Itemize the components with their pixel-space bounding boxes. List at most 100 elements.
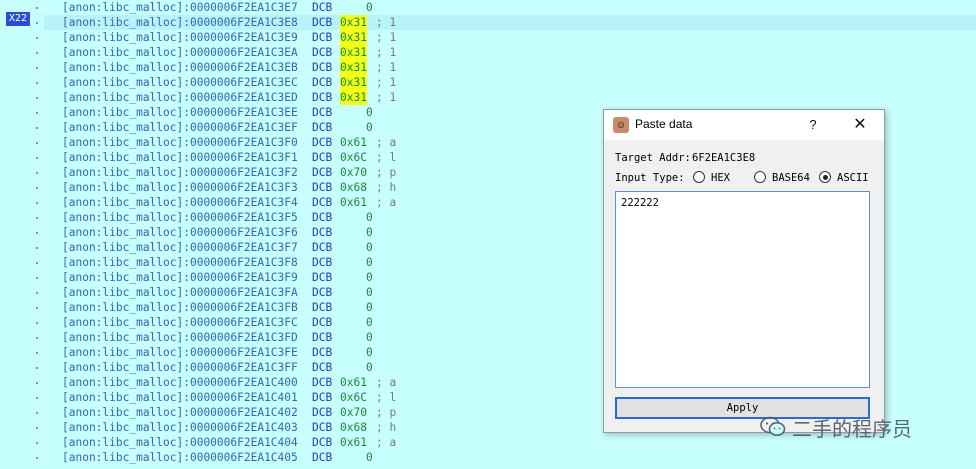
line-value[interactable]: 0x6C	[340, 150, 367, 165]
line-address[interactable]: [anon:libc_malloc]:0000006F2EA1C3E8	[62, 15, 298, 30]
line-address[interactable]: [anon:libc_malloc]:0000006F2EA1C3FB	[62, 300, 298, 315]
line-address[interactable]: [anon:libc_malloc]:0000006F2EA1C3F3	[62, 180, 298, 195]
listing-line[interactable]: [anon:libc_malloc]:0000006F2EA1C3E7 DCB 0	[44, 0, 976, 15]
line-comment: ; 1	[376, 16, 397, 29]
line-value[interactable]: 0x68	[340, 180, 367, 195]
line-address[interactable]: [anon:libc_malloc]:0000006F2EA1C402	[62, 405, 298, 420]
listing-line[interactable]: [anon:libc_malloc]:0000006F2EA1C3ED DCB 0x…	[44, 90, 976, 105]
line-value[interactable]: 0	[366, 300, 373, 315]
gutter-dot	[36, 322, 38, 324]
radio-base64-label[interactable]: BASE64	[772, 172, 810, 184]
line-address[interactable]: [anon:libc_malloc]:0000006F2EA1C3F6	[62, 225, 298, 240]
line-value[interactable]: 0	[366, 315, 373, 330]
line-value[interactable]: 0x68	[340, 420, 367, 435]
radio-base64[interactable]	[754, 171, 766, 183]
line-value[interactable]: 0x31	[340, 15, 367, 30]
line-address[interactable]: [anon:libc_malloc]:0000006F2EA1C3EB	[62, 60, 298, 75]
line-address[interactable]: [anon:libc_malloc]:0000006F2EA1C3EA	[62, 45, 298, 60]
paste-data-textarea[interactable]: 222222	[615, 191, 870, 388]
line-directive: DCB	[312, 46, 333, 59]
line-comment: ; a	[376, 196, 397, 209]
line-directive: DCB	[312, 421, 333, 434]
listing-line[interactable]: [anon:libc_malloc]:0000006F2EA1C3EC DCB 0x…	[44, 75, 976, 90]
listing-line[interactable]: [anon:libc_malloc]:0000006F2EA1C3E9 DCB 0x…	[44, 30, 976, 45]
line-address[interactable]: [anon:libc_malloc]:0000006F2EA1C3FA	[62, 285, 298, 300]
line-directive: DCB	[312, 31, 333, 44]
line-value[interactable]: 0	[366, 120, 373, 135]
gutter-dot	[36, 232, 38, 234]
gutter-dot	[36, 202, 38, 204]
line-value[interactable]: 0	[366, 450, 373, 465]
line-value[interactable]: 0x31	[340, 90, 367, 105]
line-address[interactable]: [anon:libc_malloc]:0000006F2EA1C3FE	[62, 345, 298, 360]
line-value[interactable]: 0x61	[340, 375, 367, 390]
line-value[interactable]: 0	[366, 210, 373, 225]
line-address[interactable]: [anon:libc_malloc]:0000006F2EA1C3ED	[62, 90, 298, 105]
line-value[interactable]: 0	[366, 270, 373, 285]
line-address[interactable]: [anon:libc_malloc]:0000006F2EA1C404	[62, 435, 298, 450]
line-value[interactable]: 0	[366, 360, 373, 375]
line-value[interactable]: 0x31	[340, 45, 367, 60]
line-address[interactable]: [anon:libc_malloc]:0000006F2EA1C3F7	[62, 240, 298, 255]
line-address[interactable]: [anon:libc_malloc]:0000006F2EA1C3FC	[62, 315, 298, 330]
radio-ascii-label[interactable]: ASCII	[837, 172, 869, 184]
line-address[interactable]: [anon:libc_malloc]:0000006F2EA1C3EF	[62, 120, 298, 135]
listing-line[interactable]: [anon:libc_malloc]:0000006F2EA1C3EA DCB 0x…	[44, 45, 976, 60]
line-address[interactable]: [anon:libc_malloc]:0000006F2EA1C3FD	[62, 330, 298, 345]
line-directive: DCB	[312, 376, 333, 389]
line-comment: ; 1	[376, 76, 397, 89]
line-value[interactable]: 0x31	[340, 75, 367, 90]
help-button[interactable]: ?	[802, 115, 824, 135]
radio-hex-label[interactable]: HEX	[711, 172, 730, 184]
line-comment: ; 1	[376, 46, 397, 59]
line-address[interactable]: [anon:libc_malloc]:0000006F2EA1C3F8	[62, 255, 298, 270]
gutter-dot	[36, 187, 38, 189]
line-address[interactable]: [anon:libc_malloc]:0000006F2EA1C3FF	[62, 360, 298, 375]
line-address[interactable]: [anon:libc_malloc]:0000006F2EA1C401	[62, 390, 298, 405]
line-value[interactable]: 0	[366, 330, 373, 345]
line-address[interactable]: [anon:libc_malloc]:0000006F2EA1C3E9	[62, 30, 298, 45]
line-address[interactable]: [anon:libc_malloc]:0000006F2EA1C403	[62, 420, 298, 435]
watermark: 二手的程序员	[760, 412, 912, 442]
line-directive: DCB	[312, 301, 333, 314]
line-directive: DCB	[312, 181, 333, 194]
line-value[interactable]: 0x61	[340, 195, 367, 210]
line-directive: DCB	[312, 211, 333, 224]
line-address[interactable]: [anon:libc_malloc]:0000006F2EA1C3F9	[62, 270, 298, 285]
line-address[interactable]: [anon:libc_malloc]:0000006F2EA1C400	[62, 375, 298, 390]
dialog-titlebar[interactable]: ☺ Paste data ? ✕	[604, 110, 884, 140]
radio-hex[interactable]	[693, 171, 705, 183]
line-value[interactable]: 0	[366, 240, 373, 255]
line-value[interactable]: 0	[366, 285, 373, 300]
line-address[interactable]: [anon:libc_malloc]:0000006F2EA1C3F0	[62, 135, 298, 150]
line-value[interactable]: 0x70	[340, 165, 367, 180]
line-value[interactable]: 0x70	[340, 405, 367, 420]
line-value[interactable]: 0x61	[340, 435, 367, 450]
listing-line[interactable]: [anon:libc_malloc]:0000006F2EA1C3E8 DCB 0x…	[44, 15, 976, 30]
line-value[interactable]: 0	[366, 345, 373, 360]
line-address[interactable]: [anon:libc_malloc]:0000006F2EA1C3F4	[62, 195, 298, 210]
line-value[interactable]: 0x61	[340, 135, 367, 150]
gutter-dot	[36, 262, 38, 264]
listing-line[interactable]: [anon:libc_malloc]:0000006F2EA1C405 DCB 0	[44, 450, 976, 465]
line-address[interactable]: [anon:libc_malloc]:0000006F2EA1C3F2	[62, 165, 298, 180]
line-address[interactable]: [anon:libc_malloc]:0000006F2EA1C3F1	[62, 150, 298, 165]
line-comment: ; l	[376, 151, 397, 164]
line-value[interactable]: 0x31	[340, 30, 367, 45]
line-value[interactable]: 0	[366, 255, 373, 270]
line-value[interactable]: 0x31	[340, 60, 367, 75]
line-address[interactable]: [anon:libc_malloc]:0000006F2EA1C405	[62, 450, 298, 465]
radio-ascii[interactable]	[819, 171, 831, 183]
line-value[interactable]: 0	[366, 0, 373, 15]
gutter-dot	[36, 217, 38, 219]
line-value[interactable]: 0	[366, 105, 373, 120]
xref-badge[interactable]: X22	[6, 12, 30, 26]
line-value[interactable]: 0x6C	[340, 390, 367, 405]
close-button[interactable]: ✕	[849, 113, 871, 135]
line-address[interactable]: [anon:libc_malloc]:0000006F2EA1C3E7	[62, 0, 298, 15]
line-value[interactable]: 0	[366, 225, 373, 240]
listing-line[interactable]: [anon:libc_malloc]:0000006F2EA1C3EB DCB 0x…	[44, 60, 976, 75]
line-address[interactable]: [anon:libc_malloc]:0000006F2EA1C3EE	[62, 105, 298, 120]
line-address[interactable]: [anon:libc_malloc]:0000006F2EA1C3EC	[62, 75, 298, 90]
line-address[interactable]: [anon:libc_malloc]:0000006F2EA1C3F5	[62, 210, 298, 225]
